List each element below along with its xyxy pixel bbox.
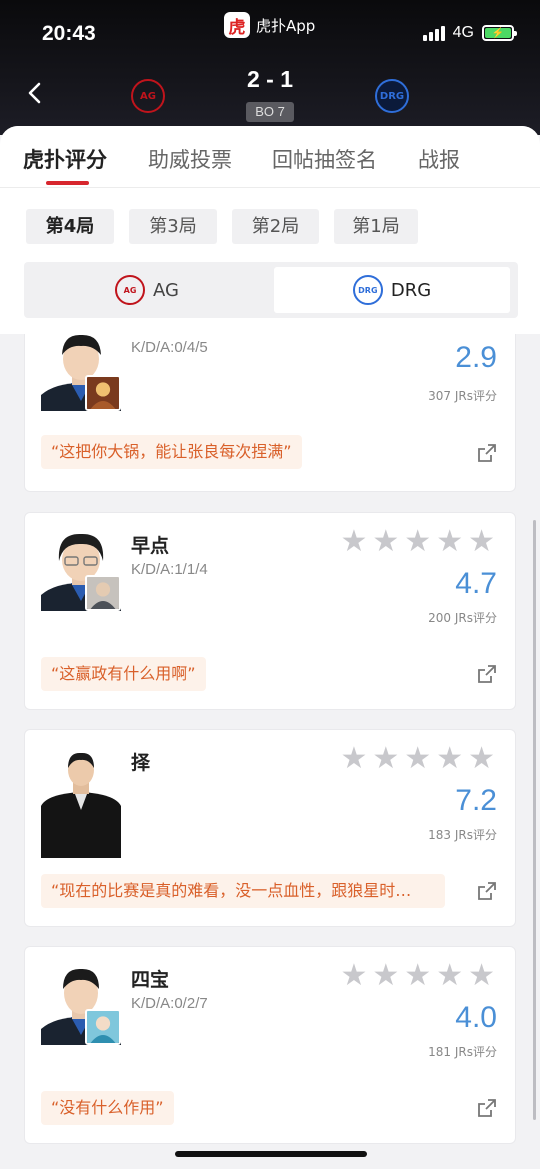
top-comment[interactable]: “这赢政有什么用啊” — [41, 657, 206, 691]
player-card[interactable]: 择 ★ ★ ★ ★ ★ 7.2 183 JRs评分 “现在的比赛是真的难看，没一… — [24, 729, 516, 927]
top-comment[interactable]: “这把你大锅，能让张良每次捏满” — [41, 435, 302, 469]
drg-logo-icon: DRG — [352, 275, 383, 305]
player-name: 四宝 — [131, 969, 170, 991]
player-card[interactable]: K/D/A:0/4/5 2.9 307 JRs评分 “这把你大锅，能让张良每次捏… — [24, 334, 516, 492]
hero-icon — [85, 375, 121, 411]
star-icon[interactable]: ★ — [372, 961, 399, 991]
player-votes: 200 JRs评分 — [428, 611, 497, 625]
player-score: 2.9 — [455, 341, 497, 374]
player-list[interactable]: K/D/A:0/4/5 2.9 307 JRs评分 “这把你大锅，能让张良每次捏… — [0, 334, 540, 1169]
player-score: 4.7 — [455, 567, 497, 600]
tab-battle-report[interactable]: 战报 — [418, 144, 460, 174]
player-name: 早点 — [131, 535, 170, 557]
active-tab-indicator — [46, 181, 89, 185]
game-selector-area: 第4局 第3局 第2局 第1局 AG AG DRG DRG — [0, 188, 540, 334]
star-icon[interactable]: ★ — [404, 744, 431, 774]
content-sheet: 虎扑评分 助威投票 回帖抽签名 战报 第4局 第3局 第2局 第1局 AG AG… — [0, 126, 540, 1169]
match-header: 20:43 虎 虎扑App 4G ⚡ AG 2 - 1 BO 7 DRG — [0, 0, 540, 135]
player-name: 择 — [131, 752, 151, 774]
rating-stars[interactable]: ★ ★ ★ ★ ★ — [340, 527, 495, 557]
tab-cheer-vote[interactable]: 助威投票 — [148, 144, 232, 174]
back-to-app-pill[interactable]: 虎 虎扑App — [224, 12, 315, 38]
rating-stars[interactable]: ★ ★ ★ ★ ★ — [340, 744, 495, 774]
battery-icon: ⚡ — [482, 25, 517, 41]
share-icon[interactable] — [477, 664, 497, 684]
tab-hupu-rating[interactable]: 虎扑评分 — [23, 144, 107, 174]
star-icon[interactable]: ★ — [340, 744, 367, 774]
player-score: 7.2 — [455, 784, 497, 817]
star-icon[interactable]: ★ — [468, 527, 495, 557]
star-icon[interactable]: ★ — [436, 744, 463, 774]
game-4-button[interactable]: 第4局 — [26, 209, 114, 244]
player-score: 4.0 — [455, 1001, 497, 1034]
status-indicators: 4G ⚡ — [422, 24, 517, 42]
star-icon[interactable]: ★ — [372, 744, 399, 774]
star-icon[interactable]: ★ — [468, 744, 495, 774]
team-switch: AG AG DRG DRG — [24, 262, 518, 318]
star-icon[interactable]: ★ — [436, 961, 463, 991]
player-card[interactable]: 四宝 K/D/A:0/2/7 ★ ★ ★ ★ ★ 4.0 181 JRs评分 “… — [24, 946, 516, 1144]
team-switch-ag-label: AG — [153, 279, 179, 301]
match-score: 2 - 1 — [246, 66, 294, 92]
team-drg-logo[interactable]: DRG — [375, 79, 409, 113]
player-portrait — [41, 752, 121, 858]
top-comment[interactable]: “现在的比赛是真的难看，没一点血性，跟狼星时… — [41, 874, 445, 908]
player-avatar — [41, 334, 121, 411]
top-comment[interactable]: “没有什么作用” — [41, 1091, 174, 1125]
team-switch-drg-label: DRG — [390, 279, 432, 301]
player-avatar — [41, 965, 121, 1045]
share-icon[interactable] — [477, 443, 497, 463]
star-icon[interactable]: ★ — [340, 961, 367, 991]
ag-logo-icon: AG — [115, 275, 146, 305]
share-icon[interactable] — [477, 1098, 497, 1118]
game-3-button[interactable]: 第3局 — [129, 209, 217, 244]
hupu-app-icon: 虎 — [224, 12, 250, 38]
star-icon[interactable]: ★ — [468, 961, 495, 991]
star-icon[interactable]: ★ — [404, 527, 431, 557]
network-type: 4G — [452, 24, 474, 41]
share-icon[interactable] — [477, 881, 497, 901]
player-votes: 181 JRs评分 — [428, 1045, 497, 1059]
player-kda: K/D/A:1/1/4 — [131, 561, 208, 578]
tab-reply-draw[interactable]: 回帖抽签名 — [272, 144, 377, 174]
team-switch-drg[interactable]: DRG DRG — [274, 267, 510, 313]
star-icon[interactable]: ★ — [340, 527, 367, 557]
player-card[interactable]: 早点 K/D/A:1/1/4 ★ ★ ★ ★ ★ 4.7 200 JRs评分 “… — [24, 512, 516, 710]
player-votes: 183 JRs评分 — [428, 828, 497, 842]
rating-stars[interactable]: ★ ★ ★ ★ ★ — [340, 961, 495, 991]
star-icon[interactable]: ★ — [372, 527, 399, 557]
home-indicator[interactable] — [175, 1151, 367, 1157]
tab-bar: 虎扑评分 助威投票 回帖抽签名 战报 — [0, 126, 540, 188]
star-icon[interactable]: ★ — [436, 527, 463, 557]
player-kda: K/D/A:0/4/5 — [131, 339, 208, 356]
hero-icon — [85, 575, 121, 611]
game-1-button[interactable]: 第1局 — [334, 209, 418, 244]
hero-icon — [85, 1009, 121, 1045]
player-kda: K/D/A:0/2/7 — [131, 995, 208, 1012]
player-avatar — [41, 748, 121, 858]
player-avatar — [41, 531, 121, 611]
team-switch-ag[interactable]: AG AG — [29, 267, 265, 313]
game-2-button[interactable]: 第2局 — [232, 209, 319, 244]
status-time: 20:43 — [42, 22, 96, 45]
signal-icon — [422, 25, 445, 41]
match-format-badge: BO 7 — [246, 102, 294, 122]
star-icon[interactable]: ★ — [404, 961, 431, 991]
app-name: 虎扑App — [256, 16, 316, 35]
scrollbar[interactable] — [533, 520, 536, 1120]
player-votes: 307 JRs评分 — [428, 389, 497, 403]
